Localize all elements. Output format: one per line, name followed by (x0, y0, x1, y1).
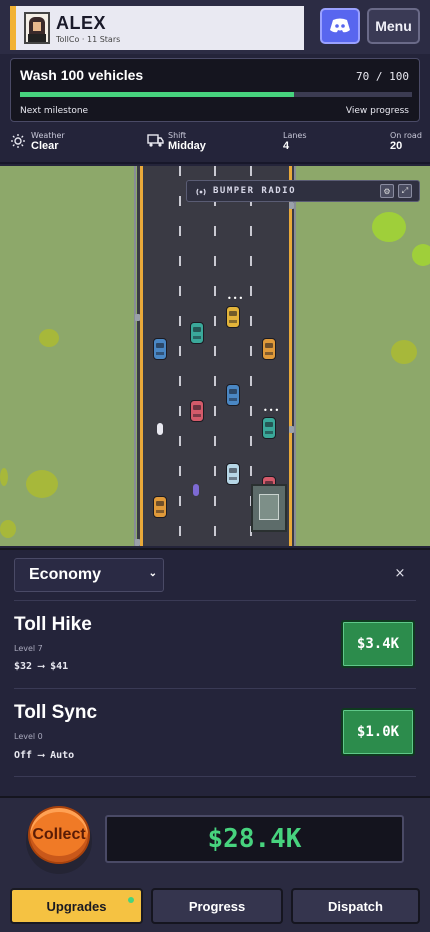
radio-title: BUMPER RADIO (213, 186, 297, 196)
goal-progress-fill (20, 92, 295, 97)
avatar (24, 12, 50, 44)
car[interactable] (153, 496, 167, 518)
rail-post (135, 539, 140, 546)
menu-button[interactable]: Menu (367, 8, 420, 44)
stat-weather-label: Weather (31, 131, 65, 140)
stat-lanes-label: Lanes (283, 131, 307, 140)
upgrade-change: $32 ⟶ $41 (14, 661, 69, 672)
bush (0, 520, 16, 538)
stat-lanes: Lanes 4 (283, 131, 307, 152)
profile-card[interactable]: ALEX TollCo · 11 Stars (10, 6, 304, 50)
stat-lanes-value: 4 (283, 140, 290, 152)
radio-settings-button[interactable]: ⚙ (380, 184, 394, 198)
car[interactable] (262, 417, 276, 439)
stat-shift: Shift Midday (168, 131, 206, 152)
rail-post (289, 426, 294, 433)
road-edge-line (140, 166, 143, 546)
lane-marking (179, 166, 181, 546)
close-panel-button[interactable]: × (392, 566, 408, 582)
stat-weather: Weather Clear (31, 131, 65, 152)
next-milestone-label: Next milestone (20, 106, 89, 116)
stat-shift-label: Shift (168, 131, 187, 140)
stat-shift-value: Midday (168, 140, 206, 152)
upgrade-name: Toll Hike (14, 614, 92, 635)
rail-post (289, 202, 294, 209)
upgrade-change: Off ⟶ Auto (14, 750, 75, 761)
car-wait-dots-icon: ••• (263, 406, 281, 415)
car[interactable] (153, 338, 167, 360)
radio-expand-button[interactable]: ⤢ (398, 184, 412, 198)
category-select-value: Economy (29, 566, 102, 583)
tab-progress-label: Progress (188, 898, 246, 914)
tab-dispatch[interactable]: Dispatch (291, 888, 420, 924)
sun-icon (11, 134, 25, 148)
game-view[interactable]: ••• ••• BUMPER RADIO ⚙ ⤢ (0, 166, 430, 546)
tab-upgrades[interactable]: Upgrades (10, 888, 143, 924)
car[interactable] (226, 463, 240, 485)
expand-icon: ⤢ (401, 186, 409, 195)
car[interactable] (226, 306, 240, 328)
bush (26, 470, 58, 498)
buy-toll-hike-button[interactable]: $3.4K (341, 620, 415, 668)
discord-button[interactable] (320, 8, 360, 44)
toll-booth[interactable] (251, 484, 287, 532)
stat-on-road-label: On road (390, 131, 422, 140)
upgrades-panel: Economy ⌄ × Toll Hike Level 7 $32 ⟶ $41 … (0, 548, 430, 796)
category-select[interactable]: Economy ⌄ (14, 558, 164, 592)
motorbike[interactable] (193, 484, 199, 496)
road-edge-line (289, 166, 292, 546)
guard-rail (134, 166, 136, 546)
car[interactable] (190, 400, 204, 422)
goal-card[interactable]: Wash 100 vehicles 70 / 100 Next mileston… (10, 58, 420, 122)
collect-button[interactable]: Collect (28, 806, 90, 864)
stat-on-road: On road 20 (390, 131, 422, 152)
divider (14, 688, 416, 689)
upgrade-level: Level 7 (14, 644, 43, 653)
bush (372, 212, 406, 242)
car[interactable] (190, 322, 204, 344)
car[interactable] (262, 338, 276, 360)
player-subtitle: TollCo · 11 Stars (56, 34, 121, 44)
goal-progress-bar (20, 92, 412, 97)
lane-marking (214, 166, 216, 546)
car-wait-dots-icon: ••• (227, 294, 245, 303)
goal-count: 70 / 100 (356, 70, 409, 83)
top-bar: ALEX TollCo · 11 Stars Menu (0, 0, 430, 54)
tab-dispatch-label: Dispatch (328, 898, 383, 914)
divider (14, 776, 416, 777)
bumper-radio-widget[interactable]: BUMPER RADIO ⚙ ⤢ (186, 180, 420, 202)
rail-post (135, 314, 140, 321)
goal-title: Wash 100 vehicles (20, 67, 144, 83)
upgrade-name: Toll Sync (14, 702, 98, 723)
stat-on-road-value: 20 (390, 140, 403, 152)
stats-row: Weather Clear Shift Midday Lanes 4 On ro… (0, 126, 430, 164)
guard-rail (294, 166, 296, 546)
bush (412, 244, 430, 266)
notification-dot (128, 897, 134, 903)
motorbike[interactable] (157, 423, 163, 435)
stat-weather-value: Clear (31, 140, 59, 152)
bush (0, 468, 8, 486)
player-name: ALEX (56, 12, 107, 33)
money-display: $28.4K (105, 815, 404, 863)
gear-icon: ⚙ (383, 186, 391, 196)
radio-signal-icon (196, 188, 206, 196)
tab-progress[interactable]: Progress (151, 888, 283, 924)
bush (39, 329, 59, 347)
upgrade-level: Level 0 (14, 732, 43, 741)
discord-icon (330, 18, 350, 33)
divider (14, 600, 416, 601)
chevron-down-icon: ⌄ (148, 568, 157, 579)
truck-icon (147, 134, 164, 147)
buy-toll-sync-button[interactable]: $1.0K (341, 708, 415, 756)
view-progress-link[interactable]: View progress (346, 106, 409, 116)
bush (391, 340, 417, 364)
car[interactable] (226, 384, 240, 406)
tab-upgrades-label: Upgrades (46, 898, 107, 914)
